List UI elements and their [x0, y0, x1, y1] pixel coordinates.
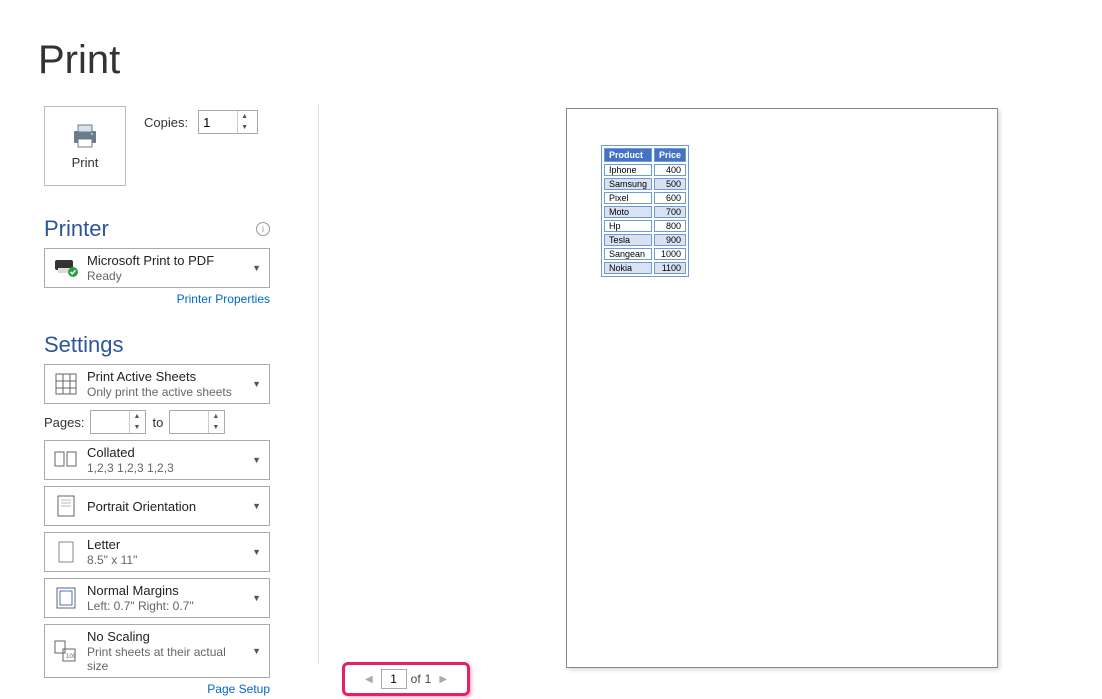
copies-up[interactable]: ▲ [238, 111, 251, 122]
print-button[interactable]: Print [44, 106, 126, 186]
printer-properties-link[interactable]: Printer Properties [44, 292, 270, 306]
pages-to-label: to [152, 415, 163, 430]
scaling-icon: 100 [51, 636, 81, 666]
copies-input[interactable] [199, 113, 237, 132]
svg-text:100: 100 [66, 654, 77, 660]
printer-heading: Printer [44, 216, 109, 242]
printer-select[interactable]: Microsoft Print to PDF Ready ▼ [44, 248, 270, 288]
page-setup-link[interactable]: Page Setup [44, 682, 270, 696]
paper-size-select[interactable]: Letter 8.5" x 11" ▼ [44, 532, 270, 572]
print-what-select[interactable]: Print Active Sheets Only print the activ… [44, 364, 270, 404]
pager-total: 1 [425, 672, 432, 686]
page-title: Print [38, 38, 120, 83]
orientation-icon [51, 491, 81, 521]
panel-divider [318, 104, 319, 664]
print-preview-page: ProductPrice Iphone400 Samsung500 Pixel600… [566, 108, 998, 668]
table-row: Iphone400 [604, 164, 686, 176]
table-row: Sangean1000 [604, 248, 686, 260]
chevron-down-icon: ▼ [250, 263, 263, 273]
print-button-label: Print [72, 155, 99, 170]
table-header: Product [604, 148, 652, 162]
chevron-down-icon: ▼ [250, 379, 263, 389]
margins-select[interactable]: Normal Margins Left: 0.7" Right: 0.7" ▼ [44, 578, 270, 618]
chevron-down-icon: ▼ [250, 593, 263, 603]
settings-heading: Settings [44, 332, 124, 358]
pages-to-stepper[interactable]: ▲▼ [169, 410, 225, 434]
copies-stepper[interactable]: ▲ ▼ [198, 110, 258, 134]
table-row: Pixel600 [604, 192, 686, 204]
next-page-button[interactable]: ▶ [435, 670, 451, 689]
pages-from-input[interactable] [91, 413, 129, 432]
collation-select[interactable]: Collated 1,2,3 1,2,3 1,2,3 ▼ [44, 440, 270, 480]
pages-from-stepper[interactable]: ▲▼ [90, 410, 146, 434]
prev-page-button[interactable]: ◀ [361, 670, 377, 689]
chevron-down-icon: ▼ [250, 455, 263, 465]
printer-status: Ready [87, 269, 250, 283]
table-header: Price [654, 148, 686, 162]
paper-icon [51, 537, 81, 567]
printer-device-icon [51, 253, 81, 283]
pager-of-label: of [411, 672, 421, 686]
orientation-select[interactable]: Portrait Orientation ▼ [44, 486, 270, 526]
printer-icon [70, 123, 100, 149]
chevron-down-icon: ▼ [250, 501, 263, 511]
current-page-input[interactable] [381, 669, 407, 689]
table-row: Moto700 [604, 206, 686, 218]
table-row: Nokia1100 [604, 262, 686, 274]
table-row: Tesla900 [604, 234, 686, 246]
collate-icon [51, 445, 81, 475]
page-navigator: ◀ of 1 ▶ [342, 662, 470, 696]
table-row: Samsung500 [604, 178, 686, 190]
chevron-down-icon: ▼ [250, 646, 263, 656]
info-icon[interactable]: i [256, 222, 270, 236]
pages-label: Pages: [44, 415, 84, 430]
copies-down[interactable]: ▼ [238, 122, 251, 133]
printer-name: Microsoft Print to PDF [87, 253, 250, 268]
pages-to-input[interactable] [170, 413, 208, 432]
chevron-down-icon: ▼ [250, 547, 263, 557]
scaling-select[interactable]: 100 No Scaling Print sheets at their act… [44, 624, 270, 678]
table-row: Hp800 [604, 220, 686, 232]
preview-table: ProductPrice Iphone400 Samsung500 Pixel600… [601, 145, 689, 277]
sheet-icon [51, 369, 81, 399]
margins-icon [51, 583, 81, 613]
copies-label: Copies: [144, 115, 188, 130]
